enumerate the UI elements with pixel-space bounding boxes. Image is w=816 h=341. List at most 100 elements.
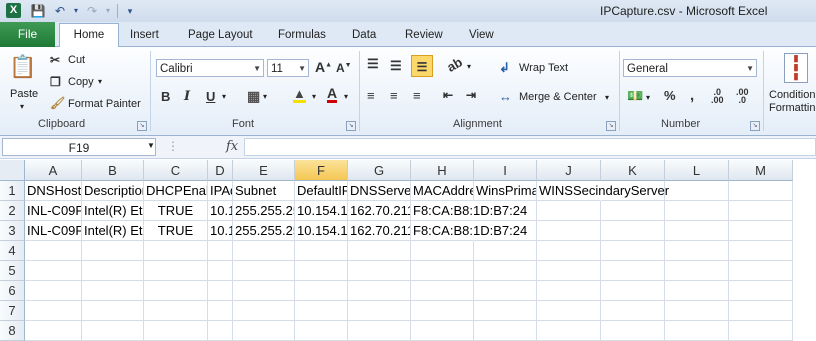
borders-dropdown-icon[interactable]: ▾ xyxy=(263,92,267,101)
undo-icon[interactable]: ↶ xyxy=(52,3,68,19)
cell-m3[interactable] xyxy=(729,221,793,241)
cell-k6[interactable] xyxy=(601,281,665,301)
cell-k5[interactable] xyxy=(601,261,665,281)
borders-icon[interactable]: ▦ xyxy=(247,88,260,105)
column-header-d[interactable]: D xyxy=(208,160,233,181)
cell-a6[interactable] xyxy=(25,281,82,301)
cell-c2[interactable]: TRUE xyxy=(144,201,208,221)
cell-m8[interactable] xyxy=(729,321,793,341)
number-launcher-icon[interactable]: ↘ xyxy=(750,121,760,131)
percent-style-icon[interactable]: % xyxy=(664,88,676,103)
align-center-icon[interactable]: ≡ xyxy=(390,88,398,103)
cell-f8[interactable] xyxy=(295,321,348,341)
row-header-4[interactable]: 4 xyxy=(0,241,25,261)
column-header-c[interactable]: C xyxy=(144,160,208,181)
undo-dropdown-icon[interactable]: ▾ xyxy=(68,3,84,19)
column-header-j[interactable]: J xyxy=(537,160,601,181)
redo-dropdown-icon[interactable]: ▾ xyxy=(100,3,116,19)
tab-insert[interactable]: Insert xyxy=(130,26,159,45)
cell-j6[interactable] xyxy=(537,281,601,301)
cell-l4[interactable] xyxy=(665,241,729,261)
customize-qat-icon[interactable]: ▾ xyxy=(122,3,138,19)
row-header-7[interactable]: 7 xyxy=(0,301,25,321)
cell-h5[interactable] xyxy=(411,261,474,281)
cell-c5[interactable] xyxy=(144,261,208,281)
cell-h3[interactable]: F8:CA:B8:1D:B7:24 xyxy=(411,221,527,241)
chevron-down-icon[interactable]: ▼ xyxy=(746,60,754,78)
cell-g4[interactable] xyxy=(348,241,411,261)
cell-m1[interactable] xyxy=(729,181,793,201)
cell-g7[interactable] xyxy=(348,301,411,321)
fill-color-icon[interactable]: ▲ xyxy=(293,87,306,103)
row-header-5[interactable]: 5 xyxy=(0,261,25,281)
cut-icon[interactable]: ✂ xyxy=(50,53,60,67)
cell-b3[interactable]: Intel(R) Et xyxy=(82,221,144,241)
conditional-formatting-label-2[interactable]: Formattin xyxy=(769,102,815,114)
tab-page-layout[interactable]: Page Layout xyxy=(188,26,253,45)
cell-m4[interactable] xyxy=(729,241,793,261)
font-color-dropdown-icon[interactable]: ▾ xyxy=(344,92,348,101)
tab-file[interactable]: File xyxy=(0,22,55,47)
cell-k2[interactable] xyxy=(601,201,665,221)
cell-b5[interactable] xyxy=(82,261,144,281)
shrink-font-icon[interactable]: A▼ xyxy=(336,61,352,75)
align-right-icon[interactable]: ≡ xyxy=(413,88,421,103)
copy-dropdown-icon[interactable]: ▾ xyxy=(98,77,102,86)
copy-icon[interactable]: ❐ xyxy=(50,75,61,89)
cell-e6[interactable] xyxy=(233,281,295,301)
bold-icon[interactable]: B xyxy=(161,89,170,104)
cut-button[interactable]: Cut xyxy=(68,54,85,66)
paste-icon[interactable]: 📋 xyxy=(9,54,37,84)
accounting-dropdown-icon[interactable]: ▾ xyxy=(646,93,650,102)
chevron-down-icon[interactable]: ▼ xyxy=(253,60,261,78)
cell-a4[interactable] xyxy=(25,241,82,261)
cell-k7[interactable] xyxy=(601,301,665,321)
cell-d2[interactable]: 10.1 xyxy=(208,201,233,221)
select-all-corner[interactable] xyxy=(0,160,25,181)
cell-k8[interactable] xyxy=(601,321,665,341)
cell-b1[interactable]: Description xyxy=(82,181,144,201)
cell-e2[interactable]: 255.255.255 xyxy=(233,201,295,221)
cell-g8[interactable] xyxy=(348,321,411,341)
cell-f2[interactable]: 10.154.1 xyxy=(295,201,348,221)
cell-f3[interactable]: 10.154.1 xyxy=(295,221,348,241)
row-header-1[interactable]: 1 xyxy=(0,181,25,201)
cell-e7[interactable] xyxy=(233,301,295,321)
cell-i5[interactable] xyxy=(474,261,537,281)
decrease-indent-icon[interactable]: ⇤ xyxy=(443,88,453,102)
cell-k4[interactable] xyxy=(601,241,665,261)
cell-d5[interactable] xyxy=(208,261,233,281)
column-header-h[interactable]: H xyxy=(411,160,474,181)
grow-font-icon[interactable]: A▲ xyxy=(315,59,332,75)
formula-input[interactable] xyxy=(244,138,816,156)
cell-m5[interactable] xyxy=(729,261,793,281)
tab-view[interactable]: View xyxy=(469,26,494,45)
column-header-g[interactable]: G xyxy=(348,160,411,181)
tab-formulas[interactable]: Formulas xyxy=(278,26,326,45)
cell-k3[interactable] xyxy=(601,221,665,241)
cell-h7[interactable] xyxy=(411,301,474,321)
cell-i6[interactable] xyxy=(474,281,537,301)
cell-l8[interactable] xyxy=(665,321,729,341)
conditional-formatting-icon[interactable]: ▮ ▮ ▮ xyxy=(784,53,808,83)
cell-e5[interactable] xyxy=(233,261,295,281)
cell-a3[interactable]: INL-C09F xyxy=(25,221,82,241)
paste-button[interactable]: Paste xyxy=(10,88,38,100)
align-middle-icon[interactable]: ☰ xyxy=(390,58,402,74)
cell-f7[interactable] xyxy=(295,301,348,321)
font-size-combo[interactable]: 11 ▼ xyxy=(267,59,309,77)
cell-d3[interactable]: 10.1 xyxy=(208,221,233,241)
cell-l2[interactable] xyxy=(665,201,729,221)
cell-b6[interactable] xyxy=(82,281,144,301)
tab-data[interactable]: Data xyxy=(352,26,376,45)
cell-l1[interactable] xyxy=(665,181,729,201)
cell-f1[interactable]: DefaultIPGateway xyxy=(295,181,348,201)
column-header-e[interactable]: E xyxy=(233,160,295,181)
column-header-i[interactable]: I xyxy=(474,160,537,181)
cell-j1[interactable]: WINSSecindaryServer xyxy=(537,181,669,201)
increase-indent-icon[interactable]: ⇥ xyxy=(466,88,476,102)
cell-g5[interactable] xyxy=(348,261,411,281)
merge-center-icon[interactable]: ↔ xyxy=(499,89,512,104)
cell-i8[interactable] xyxy=(474,321,537,341)
cell-i1[interactable]: WinsPrimaryServer xyxy=(474,181,537,201)
